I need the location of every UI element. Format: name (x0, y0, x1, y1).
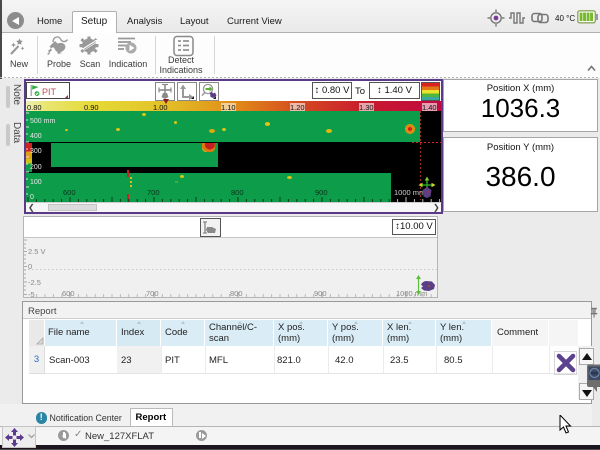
svg-text:800: 800 (230, 289, 243, 297)
svg-text:500 mm: 500 mm (30, 118, 55, 125)
svg-text:700: 700 (147, 188, 160, 197)
svg-text:100: 100 (30, 179, 42, 186)
svg-text:800: 800 (231, 188, 244, 197)
svg-text:900: 900 (315, 188, 328, 197)
svg-text:-2.5: -2.5 (28, 278, 41, 287)
svg-text:900: 900 (314, 289, 327, 297)
svg-text:200: 200 (30, 164, 42, 171)
svg-text:600: 600 (63, 188, 76, 197)
svg-text:400: 400 (30, 133, 42, 140)
svg-text:-5: -5 (28, 290, 35, 297)
svg-text:300: 300 (30, 148, 42, 155)
svg-text:2.5 V: 2.5 V (28, 247, 46, 256)
svg-text:700: 700 (146, 289, 159, 297)
svg-text:600: 600 (62, 289, 75, 297)
